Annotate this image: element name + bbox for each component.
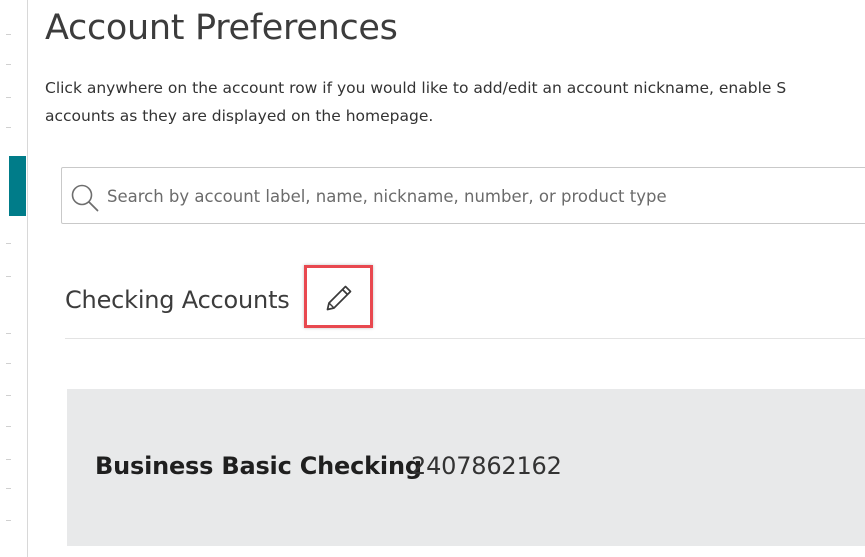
search-icon (71, 184, 99, 212)
intro-text: Click anywhere on the account row if you… (45, 74, 865, 130)
sidebar-divider (6, 395, 11, 396)
sidebar-divider (6, 459, 11, 460)
sidebar (0, 0, 28, 557)
search-input[interactable] (107, 182, 865, 210)
sidebar-divider (6, 243, 11, 244)
sidebar-divider (6, 34, 11, 35)
edit-section-highlight (304, 265, 373, 328)
account-preferences-page: Account Preferences Click anywhere on th… (0, 0, 865, 557)
sidebar-active-indicator[interactable] (9, 156, 26, 216)
intro-text-line: accounts as they are displayed on the ho… (45, 107, 434, 125)
sidebar-divider (6, 127, 11, 128)
page-title: Account Preferences (45, 8, 398, 48)
sidebar-divider (6, 363, 11, 364)
pencil-icon[interactable] (324, 283, 354, 313)
sidebar-divider (6, 488, 11, 489)
search-box[interactable] (61, 167, 865, 224)
section-divider (65, 338, 865, 339)
account-row[interactable]: Business Basic Checking 2407862162 (67, 389, 865, 546)
sidebar-divider (6, 426, 11, 427)
account-number: 2407862162 (411, 452, 562, 480)
intro-text-line: Click anywhere on the account row if you… (45, 79, 787, 97)
sidebar-divider (6, 64, 11, 65)
section-heading-checking: Checking Accounts (65, 286, 290, 314)
sidebar-divider (6, 97, 11, 98)
sidebar-divider (6, 276, 11, 277)
sidebar-divider (6, 520, 11, 521)
account-name: Business Basic Checking (95, 452, 422, 480)
sidebar-divider (6, 333, 11, 334)
